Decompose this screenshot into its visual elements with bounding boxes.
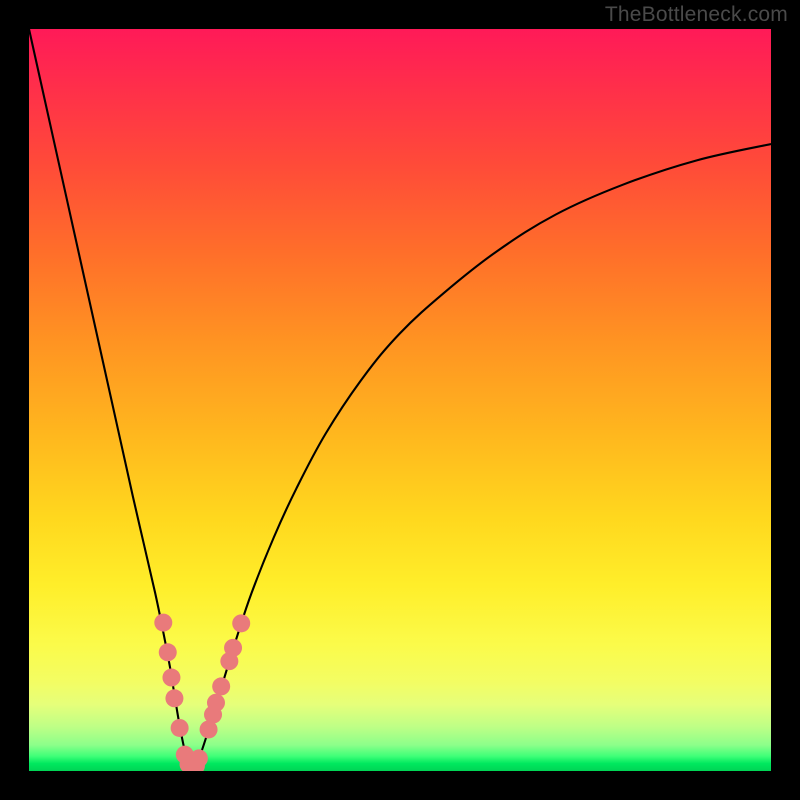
plot-svg xyxy=(29,29,771,771)
curve-marker xyxy=(232,614,250,632)
bottleneck-curve xyxy=(29,29,771,770)
curve-marker xyxy=(207,694,225,712)
curve-marker xyxy=(171,719,189,737)
curve-marker xyxy=(154,614,172,632)
curve-marker xyxy=(224,639,242,657)
plot-area xyxy=(29,29,771,771)
chart-stage: TheBottleneck.com xyxy=(0,0,800,800)
curve-marker xyxy=(212,677,230,695)
watermark-text: TheBottleneck.com xyxy=(605,3,788,27)
curve-marker xyxy=(190,749,208,767)
curve-marker xyxy=(159,643,177,661)
curve-marker xyxy=(162,669,180,687)
curve-marker xyxy=(165,689,183,707)
